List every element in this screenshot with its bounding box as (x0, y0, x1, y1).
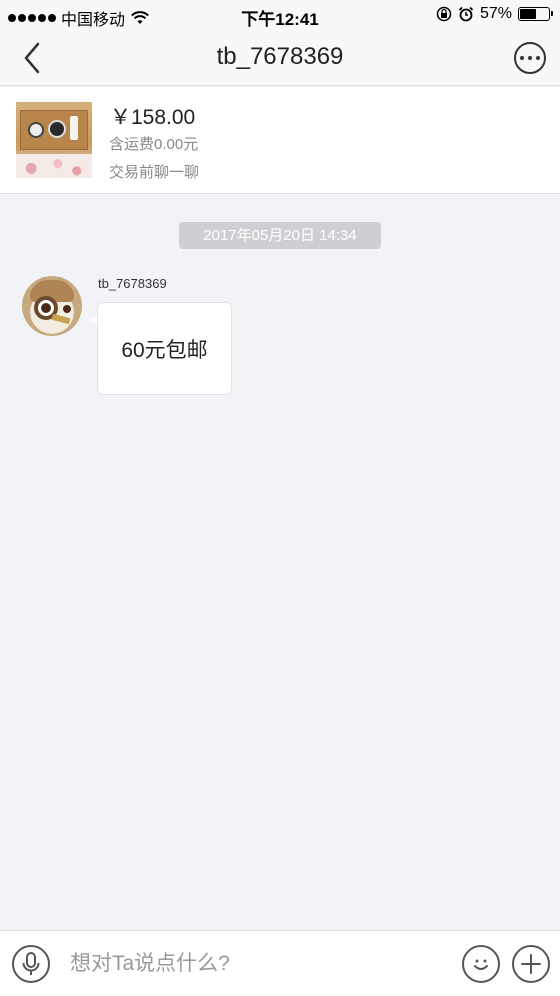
chevron-left-icon (24, 42, 40, 74)
chat-prompt: 交易前聊一聊 (109, 164, 200, 181)
battery-percent: 57% (479, 5, 512, 22)
sender-name: tb_7678369 (98, 276, 167, 291)
page-title: tb_7678369 (216, 43, 344, 70)
voice-button[interactable] (12, 945, 50, 983)
nav-bar: tb_7678369 (0, 30, 560, 86)
more-button[interactable] (514, 42, 546, 74)
input-bar (0, 930, 560, 996)
status-bar: 中国移动 下午12:41 57% (0, 0, 560, 30)
more-dots-icon (520, 56, 524, 60)
avatar[interactable] (22, 276, 82, 336)
product-thumbnail[interactable] (16, 102, 92, 178)
battery-icon (518, 7, 553, 21)
message-bubble[interactable]: 60元包邮 (97, 302, 232, 395)
smiley-icon (474, 959, 488, 970)
plus-icon (521, 954, 541, 974)
message-input[interactable] (58, 945, 448, 983)
status-right: 57% (436, 5, 553, 23)
rotation-lock-icon (436, 6, 452, 22)
microphone-icon (22, 952, 40, 975)
product-price: ￥158.00 (110, 106, 196, 129)
message-timestamp: 2017年05月20日 14:34 (179, 222, 381, 249)
message-text: 60元包邮 (121, 338, 208, 362)
more-actions-button[interactable] (512, 945, 550, 983)
product-shipping: 含运费0.00元 (109, 136, 199, 153)
emoji-button[interactable] (462, 945, 500, 983)
back-button[interactable] (14, 40, 50, 76)
product-card[interactable]: ￥158.00 含运费0.00元 交易前聊一聊 (0, 87, 560, 194)
alarm-icon (458, 6, 474, 22)
battery-fill (520, 9, 536, 19)
